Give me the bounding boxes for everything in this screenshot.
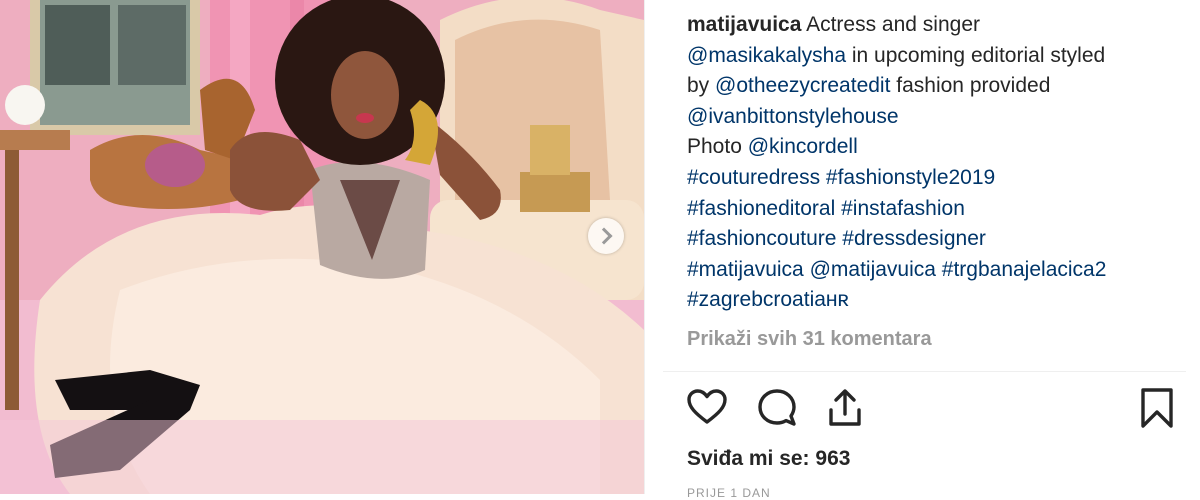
share-icon xyxy=(829,389,861,426)
hashtag-link[interactable]: #matijavuica xyxy=(687,258,804,281)
hashtag-link[interactable]: #instafashion xyxy=(841,197,965,220)
post-caption: matijavuica Actress and singer @masikakal… xyxy=(687,10,1187,316)
caption-line: @ivanbittonstylehouse xyxy=(687,102,1187,133)
share-button[interactable] xyxy=(823,386,867,430)
caption-text: by xyxy=(687,74,716,98)
action-bar xyxy=(685,386,1185,432)
post-date: PRIJE 1 DAN xyxy=(687,486,771,500)
caption-line: #fashioneditoral #instafashion xyxy=(687,194,1187,225)
post-details-panel: matijavuica Actress and singer @masikakal… xyxy=(644,0,1200,500)
save-button[interactable] xyxy=(1135,386,1179,430)
hashtag-link[interactable]: #trgbanajelacica2 xyxy=(942,258,1107,281)
mention-link[interactable]: @otheezycreatedit xyxy=(715,74,890,97)
chevron-right-icon xyxy=(595,227,613,245)
hashtag-link[interactable]: #fashioneditoral xyxy=(687,197,835,220)
caption-line: matijavuica Actress and singer xyxy=(687,10,1187,41)
username-link[interactable]: matijavuica xyxy=(687,13,801,36)
hashtag-link[interactable]: #zagrebcroatiaʜʀ xyxy=(687,288,849,311)
hashtag-link[interactable]: #fashioncouture xyxy=(687,227,836,250)
mention-link[interactable]: @matijavuica xyxy=(810,258,936,281)
caption-text: fashion provided xyxy=(890,74,1051,98)
hashtag-link[interactable]: #dressdesigner xyxy=(842,227,986,250)
caption-line: #fashioncouture #dressdesigner xyxy=(687,224,1187,255)
likes-count[interactable]: Sviđa mi se: 963 xyxy=(687,447,850,471)
caption-line: #matijavuica @matijavuica #trgbanajelaci… xyxy=(687,255,1187,286)
like-button[interactable] xyxy=(685,386,729,430)
caption-text: in upcoming editorial styled xyxy=(846,43,1106,67)
mention-link[interactable]: @kincordell xyxy=(748,135,858,158)
photo-illustration xyxy=(0,0,644,494)
divider xyxy=(663,371,1186,372)
caption-line: #zagrebcroatiaʜʀ xyxy=(687,285,1187,316)
next-photo-button[interactable] xyxy=(588,218,624,254)
comment-icon xyxy=(758,389,796,426)
heart-icon xyxy=(687,389,727,424)
comment-button[interactable] xyxy=(755,386,799,430)
caption-text: Actress and singer xyxy=(801,13,980,36)
caption-text: Photo xyxy=(687,135,748,159)
bookmark-icon xyxy=(1141,388,1173,428)
caption-line: @masikakalysha in upcoming editorial sty… xyxy=(687,41,1187,72)
hashtag-link[interactable]: #couturedress xyxy=(687,166,820,189)
mention-link[interactable]: @masikakalysha xyxy=(687,44,846,67)
post-photo[interactable] xyxy=(0,0,644,494)
view-all-comments-link[interactable]: Prikaži svih 31 komentara xyxy=(687,328,932,351)
caption-line: #couturedress #fashionstyle2019 xyxy=(687,163,1187,194)
hashtag-link[interactable]: #fashionstyle2019 xyxy=(826,166,995,189)
caption-line: Photo @kincordell xyxy=(687,132,1187,163)
caption-line: by @otheezycreatedit fashion provided xyxy=(687,71,1187,102)
mention-link[interactable]: @ivanbittonstylehouse xyxy=(687,105,899,128)
